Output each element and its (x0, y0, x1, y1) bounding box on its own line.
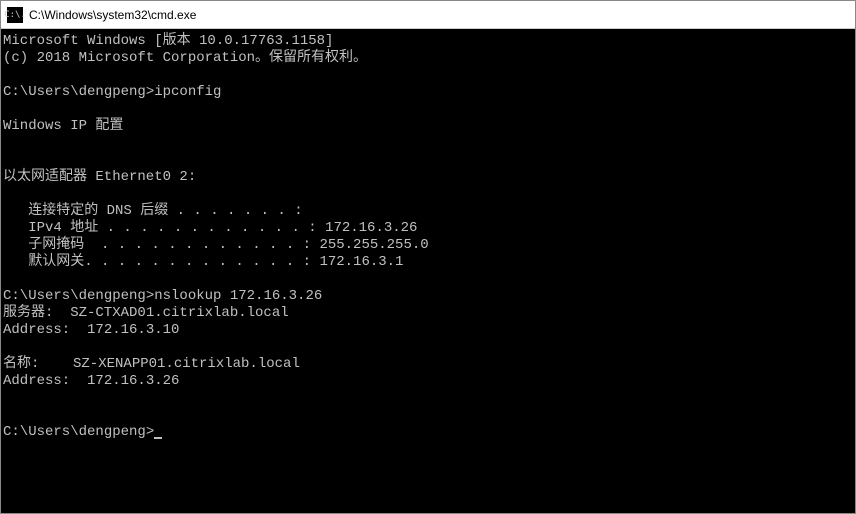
cmd-icon: C:\. (7, 7, 23, 23)
window-title: C:\Windows\system32\cmd.exe (29, 8, 196, 22)
terminal-output[interactable]: Microsoft Windows [版本 10.0.17763.1158] (… (1, 29, 855, 513)
titlebar[interactable]: C:\. C:\Windows\system32\cmd.exe (1, 1, 855, 29)
terminal-prompt: C:\Users\dengpeng> (3, 424, 154, 440)
cursor (154, 437, 162, 439)
cmd-window: C:\. C:\Windows\system32\cmd.exe Microso… (0, 0, 856, 514)
terminal-lines: Microsoft Windows [版本 10.0.17763.1158] (… (3, 33, 429, 389)
